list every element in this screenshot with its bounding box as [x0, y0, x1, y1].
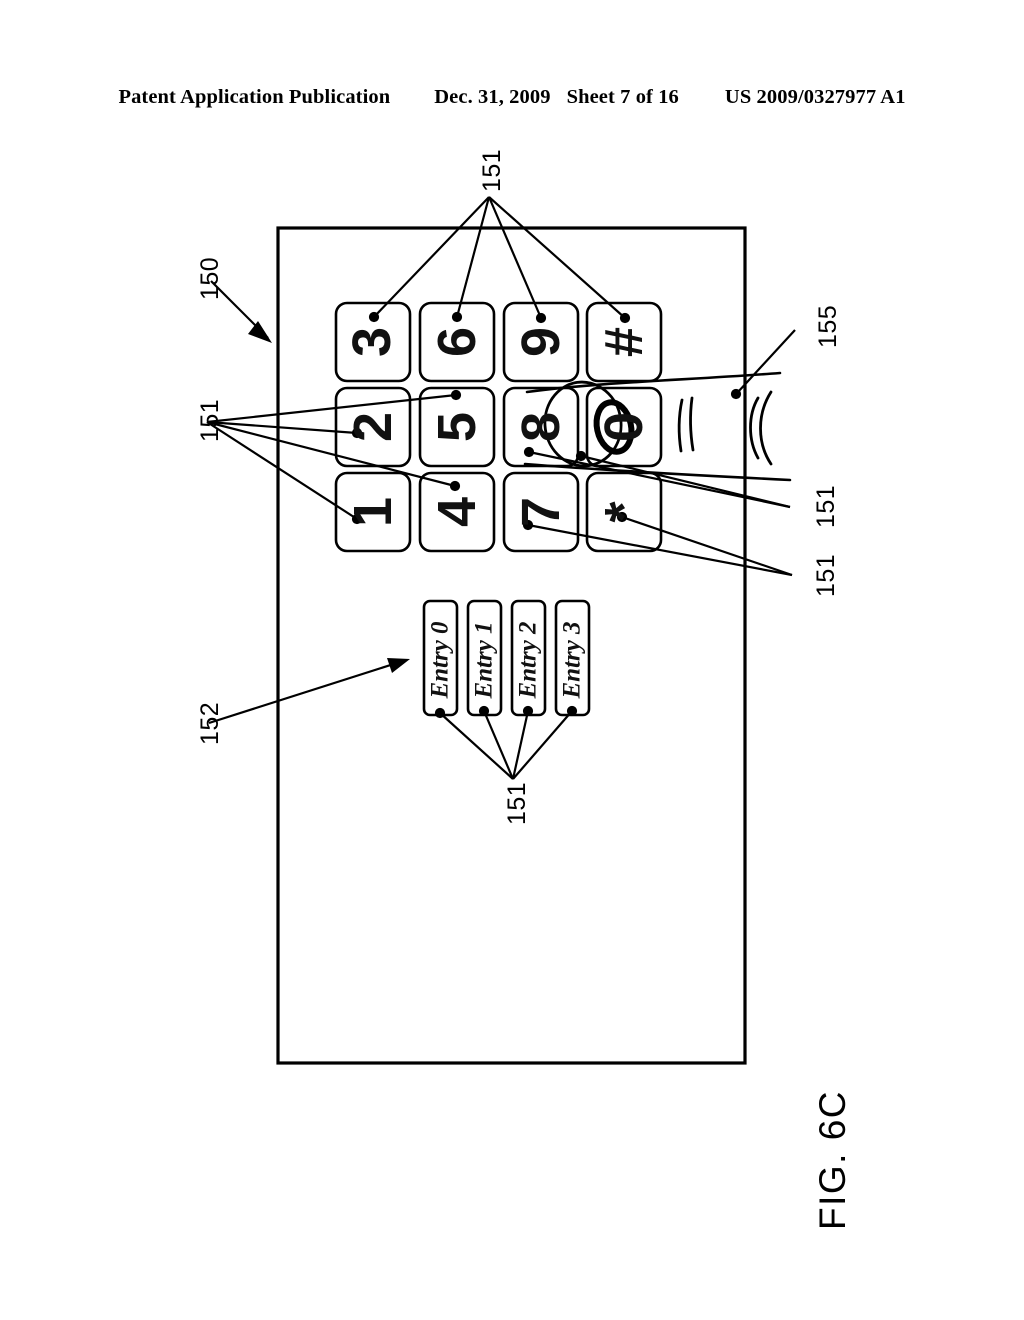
leader-151-bot-d	[512, 710, 573, 780]
key-label-2: 2	[343, 411, 403, 443]
leader-dot-entry-3	[566, 705, 578, 717]
leader-dot-8	[523, 446, 535, 458]
entry-label-0: Entry 0	[426, 621, 454, 699]
leader-dot-3	[368, 311, 380, 323]
leader-151-top-d	[488, 196, 626, 319]
key-label-hash: #	[594, 326, 654, 358]
leader-151-top-c	[487, 196, 543, 319]
ref-numeral-151-right-upper: 151	[812, 484, 840, 528]
ink-stroke-2	[689, 396, 695, 452]
key-label-9: 9	[511, 326, 571, 358]
key-label-8: 8	[511, 411, 571, 443]
ref-numeral-151-top: 151	[478, 148, 506, 192]
ref-numeral-151-right-lower: 151	[812, 553, 840, 597]
ref-numeral-155: 155	[814, 304, 842, 348]
leader-dot-0	[575, 450, 587, 462]
leader-151-bot-b	[482, 710, 515, 780]
leader-151-ru-b	[580, 454, 791, 509]
ref-numeral-150: 150	[196, 256, 224, 300]
key-label-0: 0	[594, 411, 654, 443]
leader-151-rl-b	[621, 515, 793, 577]
leader-dot-9	[535, 312, 547, 324]
leader-dot-4	[449, 480, 461, 492]
leader-dot-entry-2	[522, 705, 534, 717]
entry-label-3: Entry 3	[558, 621, 586, 699]
leader-dot-hash	[619, 312, 631, 324]
figure-caption: FIG. 6C	[812, 1089, 853, 1230]
patent-figure: 3 6 9 # 2 5 8 0 1 4 7 * Entry 0 Entry 1 …	[0, 0, 1024, 1320]
entry-label-2: Entry 2	[514, 621, 542, 699]
leader-152	[208, 660, 401, 725]
leader-151-left-d	[206, 421, 358, 520]
ink-stroke-1	[677, 398, 684, 453]
arrowhead-152	[387, 658, 410, 673]
ref-numeral-151-left: 151	[196, 398, 224, 442]
key-label-3: 3	[342, 326, 402, 358]
ref-numeral-152: 152	[196, 701, 224, 745]
key-label-1: 1	[343, 496, 403, 528]
leader-151-top-a	[373, 196, 490, 318]
leader-151-bot-a	[439, 712, 514, 780]
arrowhead-150	[248, 321, 272, 343]
key-label-star: *	[594, 501, 654, 523]
key-label-4: 4	[427, 496, 487, 528]
figure-linework	[206, 196, 796, 1065]
key-label-6: 6	[427, 326, 487, 358]
leader-151-left-a	[206, 393, 457, 424]
key-label-5: 5	[427, 411, 487, 443]
leader-dot-5	[450, 389, 462, 401]
leader-dot-155	[730, 388, 742, 400]
leader-dot-6	[451, 311, 463, 323]
leader-dot-entry-1	[478, 705, 490, 717]
ink-arc-1	[749, 396, 760, 460]
ref-numeral-151-bottom: 151	[503, 781, 531, 825]
ink-arc-2	[759, 390, 773, 466]
entry-label-1: Entry 1	[470, 621, 498, 699]
leader-dot-entry-0	[434, 707, 446, 719]
key-label-7: 7	[511, 496, 571, 528]
